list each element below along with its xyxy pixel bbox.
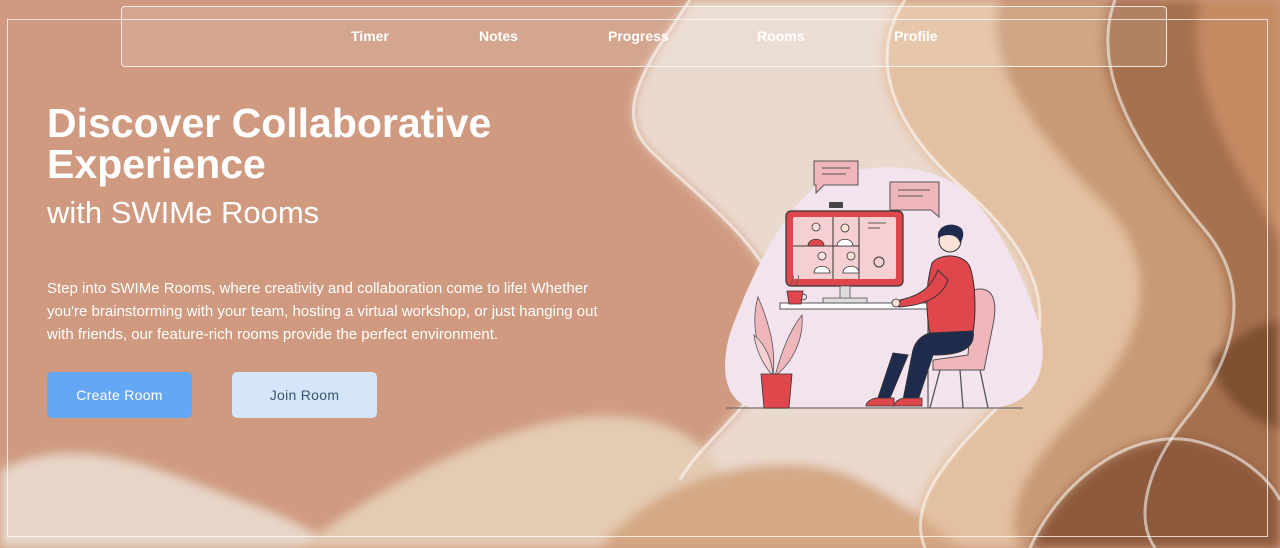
nav-progress[interactable]: Progress	[608, 28, 669, 44]
hero-title: Discover Collaborative Experience	[47, 100, 492, 187]
hero-subtitle: with SWIMe Rooms	[47, 195, 320, 230]
nav-profile[interactable]: Profile	[894, 28, 938, 44]
nav-timer[interactable]: Timer	[351, 28, 389, 44]
create-room-button[interactable]: Create Room	[47, 372, 192, 418]
nav-rooms[interactable]: Rooms	[757, 28, 804, 44]
video-conference-illustration	[725, 160, 1043, 409]
join-room-button[interactable]: Join Room	[232, 372, 377, 418]
top-navbar: Timer Notes Progress Rooms Profile	[121, 6, 1167, 67]
nav-notes[interactable]: Notes	[479, 28, 518, 44]
monitor-icon	[785, 210, 904, 287]
hero-description: Step into SWIMe Rooms, where creativity …	[47, 280, 598, 343]
